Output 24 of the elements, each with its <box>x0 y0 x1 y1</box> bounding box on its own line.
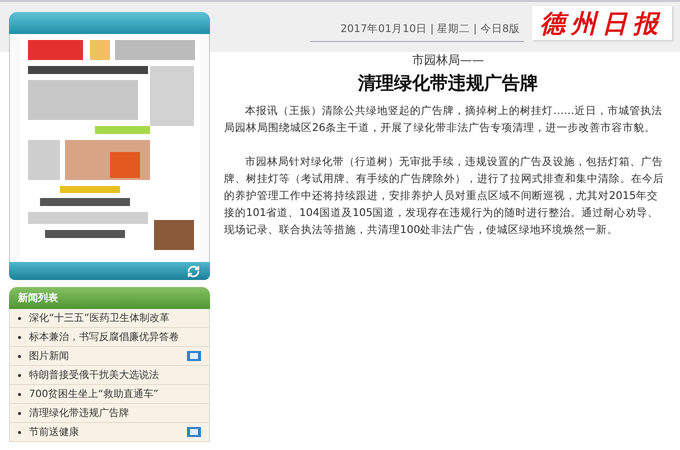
bullet-icon <box>18 336 21 338</box>
news-item[interactable]: 700贫困生坐上“救助直通车” <box>9 385 210 404</box>
film-icon <box>187 427 201 437</box>
news-item[interactable]: 标本兼治，书写反腐倡廉优异答卷 <box>9 328 210 347</box>
bullet-icon <box>18 354 21 358</box>
article-paragraph: 本报讯（王振）清除公共绿地竖起的广告牌，摘掉树上的树挂灯……近日，市城管执法局园林局围绕城区26条主干道，开展了绿化带非法广告专项清理，进一步改善市容市貌。 <box>224 104 664 136</box>
article-paragraph: 市园林局针对绿化带（行道树）无审批手续，违规设置的广告及设施，包括灯箱、广告牌、树挂灯等（考试用牌、有手续的广告牌除外），进行了拉网式排查和集中清除。在今后的养护管理工作中还将持续跟进，安排养护人员对重点区域不间断巡视，尤其对2015年交接的101省道、104国道及105国道，发现存在违规行为的随时进行整治。通过耐心劝导、现场记录、联合执法等措施，共清理100处非法广告，使城区绿地环境焕然一新。 <box>224 155 664 238</box>
date-line: 2017年01月10日 | 星期二 | 今日8版 <box>310 22 524 42</box>
newspaper-logo: 德州日报 <box>532 6 672 40</box>
news-item[interactable]: 图片新闻 <box>9 347 210 366</box>
bullet-icon <box>18 430 21 434</box>
article-title: 清理绿化带违规广告牌 <box>356 72 539 95</box>
list-title: 新闻列表 <box>9 287 210 309</box>
bullet-icon <box>18 316 21 320</box>
film-icon <box>187 351 201 361</box>
bullet-icon <box>18 392 21 396</box>
article-kicker: 市园林局—— <box>411 52 485 69</box>
news-item[interactable]: 深化“十三五”医药卫生体制改革 <box>9 309 210 328</box>
bullet-icon <box>18 412 21 414</box>
bullet-icon <box>18 374 21 376</box>
news-item[interactable]: 清理绿化带违规广告牌 <box>9 404 210 423</box>
refresh-icon[interactable] <box>187 264 200 278</box>
news-item[interactable]: 节前送健康 <box>9 423 210 442</box>
news-item[interactable]: 特朗普接受俄干扰美大选说法 <box>9 366 210 385</box>
